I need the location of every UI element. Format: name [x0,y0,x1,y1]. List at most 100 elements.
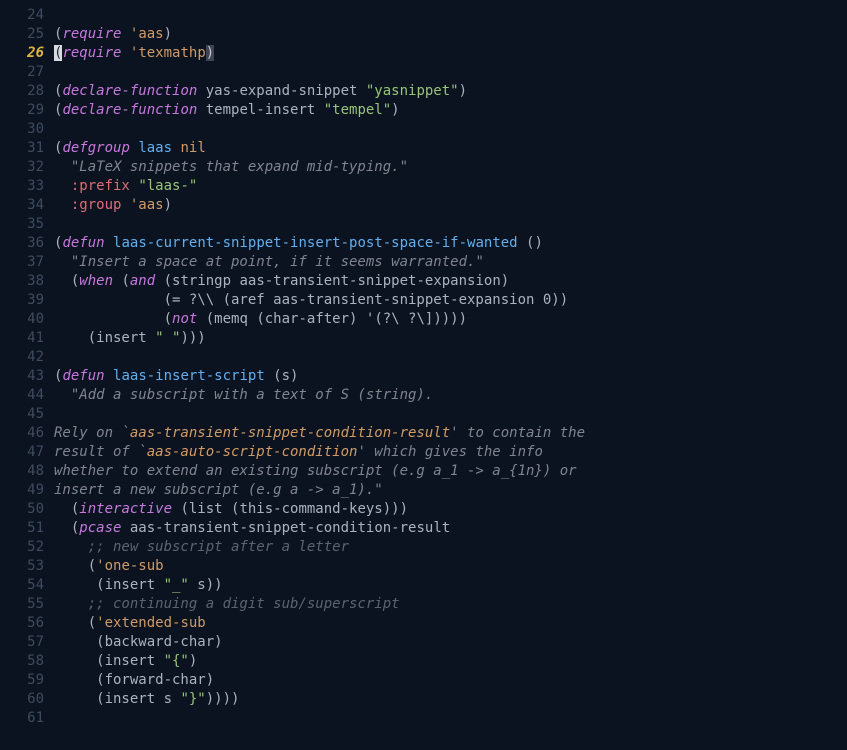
code-content[interactable]: result of `aas-auto-script-condition' wh… [54,443,847,462]
code-content[interactable]: "Add a subscript with a text of S (strin… [54,386,847,405]
code-content[interactable]: "Insert a space at point, if it seems wa… [54,253,847,272]
code-content[interactable]: (insert "_" s)) [54,576,847,595]
code-content[interactable]: (interactive (list (this-command-keys))) [54,500,847,519]
code-content[interactable]: (pcase aas-transient-snippet-condition-r… [54,519,847,538]
code-content[interactable]: (= ?\\ (aref aas-transient-snippet-expan… [54,291,847,310]
code-line[interactable]: 37 "Insert a space at point, if it seems… [0,253,847,272]
code-line[interactable]: 27 [0,63,847,82]
line-number: 61 [0,709,54,728]
code-line[interactable]: 48whether to extend an existing subscrip… [0,462,847,481]
line-number: 55 [0,595,54,614]
code-line[interactable]: 26(require 'texmathp) [0,44,847,63]
line-number: 38 [0,272,54,291]
code-line[interactable]: 42 [0,348,847,367]
code-line[interactable]: 29(declare-function tempel-insert "tempe… [0,101,847,120]
code-content[interactable]: :group 'aas) [54,196,847,215]
line-number: 56 [0,614,54,633]
code-line[interactable]: 43(defun laas-insert-script (s) [0,367,847,386]
code-content[interactable] [54,6,847,25]
code-line[interactable]: 33 :prefix "laas-" [0,177,847,196]
line-number: 28 [0,82,54,101]
line-number: 30 [0,120,54,139]
code-content[interactable] [54,120,847,139]
code-line[interactable]: 44 "Add a subscript with a text of S (st… [0,386,847,405]
code-line[interactable]: 41 (insert " "))) [0,329,847,348]
code-line[interactable]: 30 [0,120,847,139]
code-content[interactable]: (forward-char) [54,671,847,690]
code-line[interactable]: 54 (insert "_" s)) [0,576,847,595]
code-content[interactable]: insert a new subscript (e.g a -> a_1)." [54,481,847,500]
code-line[interactable]: 31(defgroup laas nil [0,139,847,158]
code-content[interactable]: (defun laas-insert-script (s) [54,367,847,386]
code-line[interactable]: 32 "LaTeX snippets that expand mid-typin… [0,158,847,177]
line-number: 24 [0,6,54,25]
code-content[interactable]: ;; new subscript after a letter [54,538,847,557]
line-number: 26 [0,44,54,63]
code-content[interactable]: (require 'aas) [54,25,847,44]
code-content[interactable]: (backward-char) [54,633,847,652]
code-line[interactable]: 49insert a new subscript (e.g a -> a_1).… [0,481,847,500]
line-number: 31 [0,139,54,158]
code-content[interactable]: (defun laas-current-snippet-insert-post-… [54,234,847,253]
code-content[interactable]: ('one-sub [54,557,847,576]
code-content[interactable]: (not (memq (char-after) '(?\ ?\])))) [54,310,847,329]
code-line[interactable]: 34 :group 'aas) [0,196,847,215]
line-number: 60 [0,690,54,709]
code-line[interactable]: 56 ('extended-sub [0,614,847,633]
code-content[interactable]: whether to extend an existing subscript … [54,462,847,481]
code-content[interactable]: "LaTeX snippets that expand mid-typing." [54,158,847,177]
code-content[interactable]: (declare-function tempel-insert "tempel"… [54,101,847,120]
code-content[interactable] [54,63,847,82]
code-line[interactable]: 50 (interactive (list (this-command-keys… [0,500,847,519]
code-line[interactable]: 38 (when (and (stringp aas-transient-sni… [0,272,847,291]
code-line[interactable]: 57 (backward-char) [0,633,847,652]
code-content[interactable]: (insert s "}")))) [54,690,847,709]
line-number: 25 [0,25,54,44]
code-line[interactable]: 60 (insert s "}")))) [0,690,847,709]
code-line[interactable]: 58 (insert "{") [0,652,847,671]
line-number: 42 [0,348,54,367]
code-line[interactable]: 52 ;; new subscript after a letter [0,538,847,557]
code-line[interactable]: 55 ;; continuing a digit sub/superscript [0,595,847,614]
code-content[interactable]: (defgroup laas nil [54,139,847,158]
code-content[interactable]: Rely on `aas-transient-snippet-condition… [54,424,847,443]
code-content[interactable]: ('extended-sub [54,614,847,633]
code-content[interactable] [54,405,847,424]
line-number: 39 [0,291,54,310]
line-number: 52 [0,538,54,557]
code-line[interactable]: 51 (pcase aas-transient-snippet-conditio… [0,519,847,538]
code-content[interactable]: (insert "{") [54,652,847,671]
line-number: 51 [0,519,54,538]
code-line[interactable]: 61 [0,709,847,728]
code-line[interactable]: 25(require 'aas) [0,25,847,44]
code-content[interactable]: :prefix "laas-" [54,177,847,196]
code-line[interactable]: 46Rely on `aas-transient-snippet-conditi… [0,424,847,443]
code-content[interactable]: (declare-function yas-expand-snippet "ya… [54,82,847,101]
code-editor[interactable]: 24 25(require 'aas)26(require 'texmathp)… [0,0,847,728]
code-content[interactable] [54,215,847,234]
code-line[interactable]: 36(defun laas-current-snippet-insert-pos… [0,234,847,253]
code-content[interactable]: (when (and (stringp aas-transient-snippe… [54,272,847,291]
line-number: 43 [0,367,54,386]
code-content[interactable] [54,348,847,367]
code-content[interactable]: (require 'texmathp) [54,44,847,63]
code-line[interactable]: 28(declare-function yas-expand-snippet "… [0,82,847,101]
code-line[interactable]: 35 [0,215,847,234]
code-line[interactable]: 47result of `aas-auto-script-condition' … [0,443,847,462]
code-line[interactable]: 40 (not (memq (char-after) '(?\ ?\])))) [0,310,847,329]
line-number: 40 [0,310,54,329]
code-content[interactable]: ;; continuing a digit sub/superscript [54,595,847,614]
code-line[interactable]: 39 (= ?\\ (aref aas-transient-snippet-ex… [0,291,847,310]
line-number: 48 [0,462,54,481]
code-content[interactable] [54,709,847,728]
line-number: 36 [0,234,54,253]
code-line[interactable]: 53 ('one-sub [0,557,847,576]
code-line[interactable]: 59 (forward-char) [0,671,847,690]
code-line[interactable]: 24 [0,6,847,25]
code-content[interactable]: (insert " "))) [54,329,847,348]
line-number: 44 [0,386,54,405]
line-number: 37 [0,253,54,272]
code-line[interactable]: 45 [0,405,847,424]
line-number: 27 [0,63,54,82]
line-number: 45 [0,405,54,424]
